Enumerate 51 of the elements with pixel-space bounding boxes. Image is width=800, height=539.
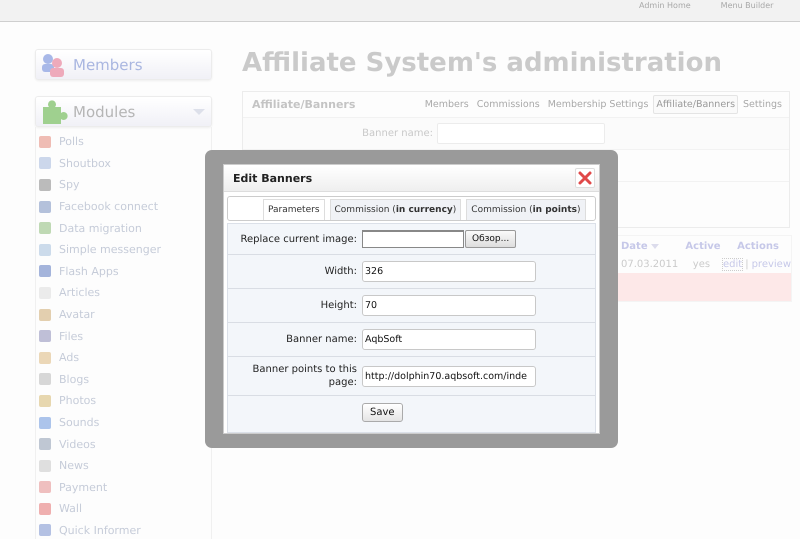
panel-tab[interactable]: Affiliate/Banners <box>653 95 738 114</box>
panel-tab[interactable]: Members <box>422 95 472 114</box>
link-separator: | <box>745 259 749 270</box>
module-link[interactable]: News <box>59 459 89 472</box>
input-field[interactable]: AqbSoft <box>362 329 536 350</box>
module-link[interactable]: Photos <box>59 394 96 408</box>
module-link[interactable]: Data migration <box>59 222 142 235</box>
field-label: Banner name: <box>285 333 357 346</box>
dialog-title: Edit Banners <box>233 172 312 184</box>
module-link[interactable]: Simple messenger <box>59 243 162 256</box>
save-button[interactable]: Save <box>362 403 403 422</box>
modules-header[interactable]: Modules <box>35 96 212 127</box>
module-link[interactable]: Files <box>59 330 84 343</box>
field-label: Height: <box>320 299 357 312</box>
module-link[interactable]: Polls <box>59 135 84 148</box>
members-header[interactable]: Members <box>35 49 212 80</box>
module-link[interactable]: Blogs <box>59 372 90 386</box>
module-link[interactable]: Facebook connect <box>59 200 158 214</box>
file-input[interactable] <box>362 230 464 248</box>
members-label: Members <box>73 56 143 74</box>
module-link[interactable]: Shoutbox <box>59 156 111 170</box>
module-link[interactable]: Sounds <box>59 416 100 430</box>
input-field[interactable]: http://dolphin70.aqbsoft.com/inde <box>362 366 536 386</box>
panel-tab[interactable]: Settings <box>740 95 785 114</box>
module-link[interactable]: Quick Informer <box>59 524 141 537</box>
input-field[interactable]: 326 <box>362 261 536 282</box>
module-link[interactable]: Wall <box>59 502 82 516</box>
field-label: Banner points to this page: <box>252 363 357 389</box>
module-link[interactable]: Avatar <box>59 308 95 322</box>
dialog-tab[interactable]: Parameters <box>263 199 325 220</box>
module-link[interactable]: Ads <box>59 351 80 364</box>
field-label: Width: <box>324 265 357 278</box>
input-field[interactable]: 70 <box>362 295 536 316</box>
top-link[interactable]: Admin Home <box>639 0 691 10</box>
top-link[interactable]: Menu Builder <box>720 0 774 10</box>
field-label: Replace current image: <box>239 232 357 246</box>
panel-tab[interactable]: Commissions <box>474 95 543 114</box>
module-link[interactable]: Payment <box>59 480 108 494</box>
module-link[interactable]: Flash Apps <box>59 264 119 278</box>
module-link[interactable]: Spy <box>59 178 80 192</box>
caret-icon[interactable] <box>193 108 205 116</box>
dialog-tab[interactable]: Commission (in points) <box>466 199 586 220</box>
close-icon[interactable] <box>575 168 595 188</box>
sort-icon[interactable] <box>650 244 659 248</box>
browse-button[interactable]: Обзор... <box>465 230 516 248</box>
module-link[interactable]: Articles <box>59 286 100 300</box>
panel-tab[interactable]: Membership Settings <box>544 95 652 114</box>
modules-label: Modules <box>73 102 136 120</box>
dialog-tab[interactable]: Commission (in currency) <box>330 199 462 220</box>
panel-title: Affiliate/Banners <box>252 98 356 111</box>
module-link[interactable]: Videos <box>59 438 96 451</box>
